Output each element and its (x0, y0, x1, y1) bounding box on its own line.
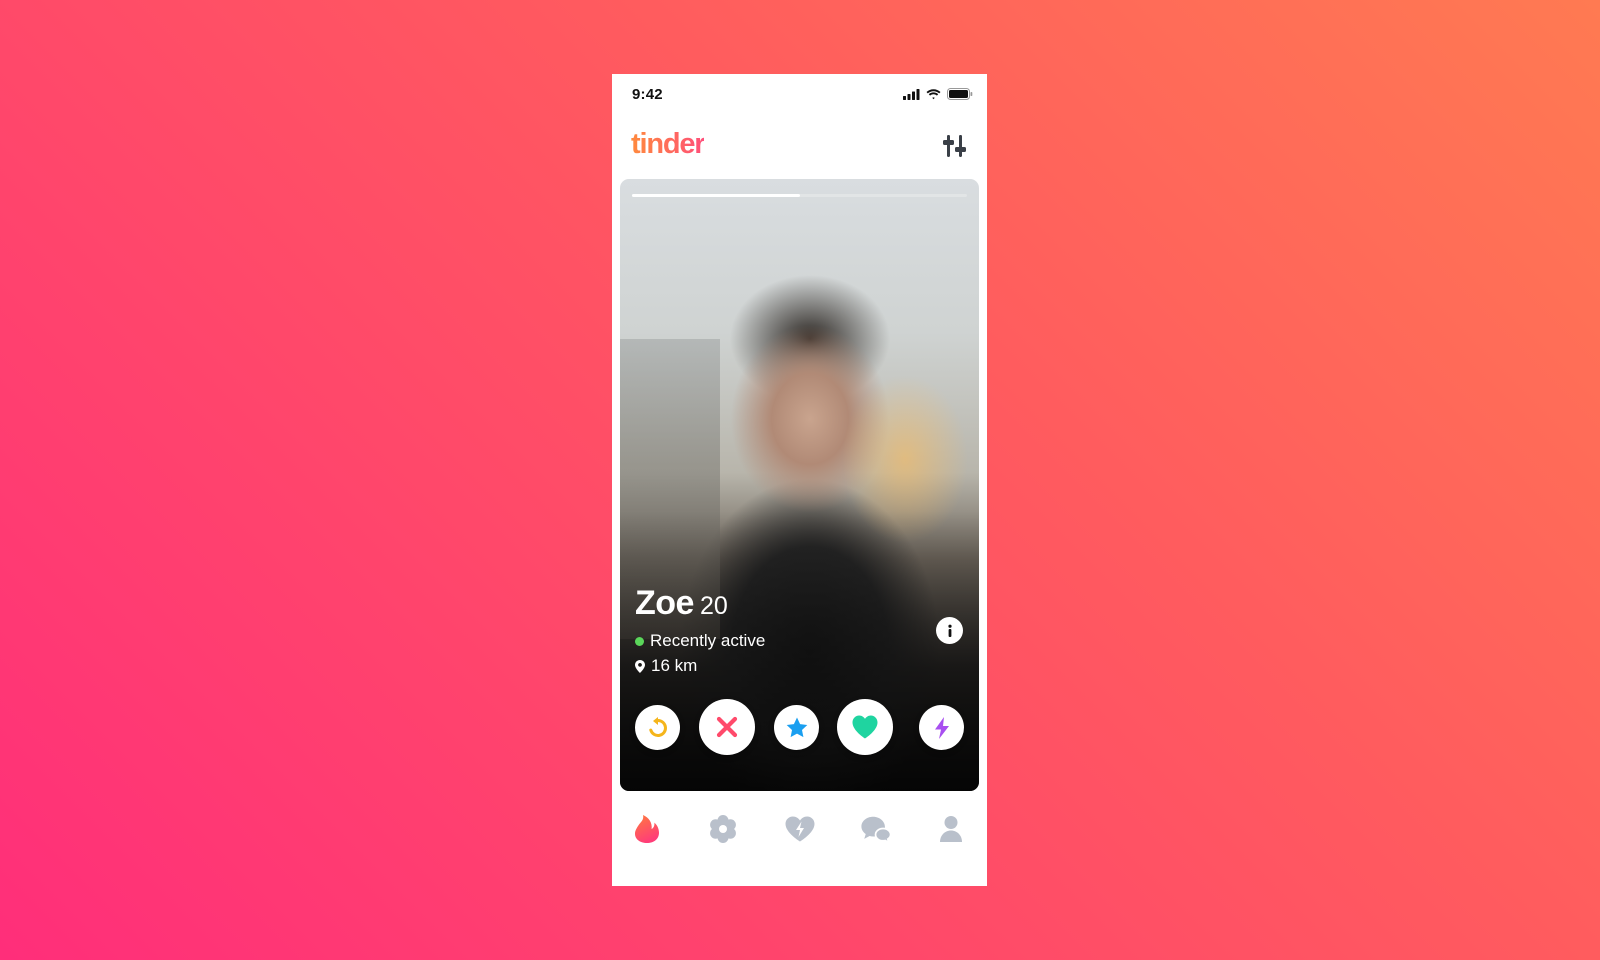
nav-item-likes[interactable] (784, 813, 816, 845)
super-like-button[interactable] (774, 705, 819, 750)
nav-item-explore[interactable] (707, 813, 739, 845)
battery-icon (947, 88, 973, 100)
filter-button[interactable] (941, 132, 969, 160)
profile-card[interactable]: Zoe 20 Recently active 16 km (620, 179, 979, 791)
profile-info-button[interactable] (936, 617, 963, 644)
profile-name: Zoe (635, 584, 694, 622)
info-icon (947, 624, 952, 637)
chat-icon (861, 816, 892, 844)
profile-age: 20 (699, 592, 728, 620)
like-icon (852, 715, 878, 739)
nav-item-profile[interactable] (935, 813, 967, 845)
profile-icon (940, 816, 962, 842)
boost-button[interactable] (919, 705, 964, 750)
rewind-icon (648, 716, 667, 737)
distance-row: 16 km (635, 656, 765, 676)
active-status-dot (635, 636, 644, 646)
status-bar: 9:42 (612, 74, 987, 118)
nope-button[interactable] (699, 699, 755, 755)
boost-icon (934, 716, 949, 739)
sliders-icon (943, 135, 966, 157)
flame-icon (635, 815, 659, 843)
likes-icon (785, 816, 815, 842)
nav-item-chat[interactable] (860, 813, 892, 845)
profile-info: Zoe 20 Recently active 16 km (635, 584, 765, 676)
status-icons (903, 88, 973, 100)
explore-icon (710, 815, 736, 843)
status-time: 9:42 (632, 86, 663, 103)
nav-item-swipe[interactable] (631, 813, 663, 845)
action-bar (620, 699, 979, 755)
photo-progress-track (632, 194, 967, 197)
active-status-row: Recently active (635, 631, 765, 651)
app-header: tinder (612, 118, 987, 174)
tinder-logo[interactable]: tinder (631, 128, 706, 161)
active-status-text: Recently active (650, 631, 766, 650)
cellular-signal-icon (903, 88, 920, 100)
distance-text: 16 km (651, 656, 698, 675)
phone-screen: 9:42 tinder Zoe 20 Recently active 16 km (612, 74, 987, 886)
wifi-icon (926, 88, 941, 99)
photo-progress-fill (632, 194, 800, 197)
nope-icon (716, 716, 738, 738)
rewind-button[interactable] (635, 705, 680, 750)
name-row: Zoe 20 (635, 584, 765, 623)
location-pin-icon (635, 659, 645, 673)
like-button[interactable] (837, 699, 893, 755)
super-like-icon (786, 717, 807, 737)
bottom-navigation (612, 799, 987, 859)
